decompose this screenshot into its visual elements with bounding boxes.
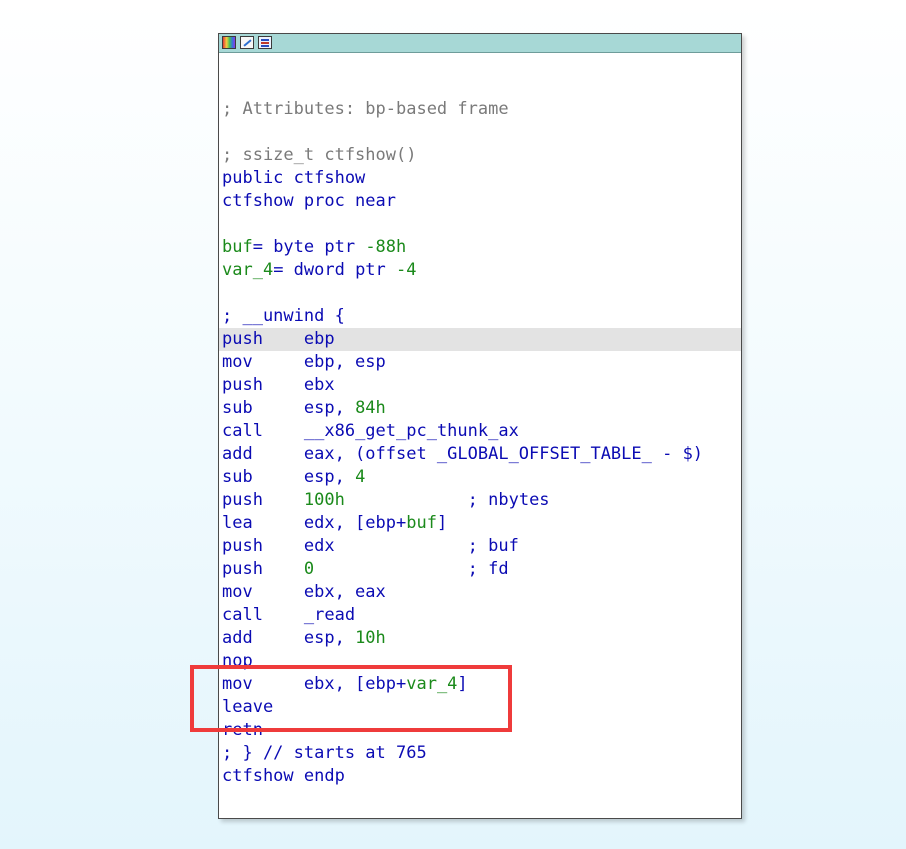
code-line[interactable]: retn <box>219 719 741 742</box>
code-line[interactable]: ctfshow endp <box>219 765 741 788</box>
code-token: add esp, <box>222 628 356 648</box>
code-line[interactable]: push edx ; buf <box>219 535 741 558</box>
code-line[interactable]: public ctfshow <box>219 167 741 190</box>
code-token: call <box>222 605 304 625</box>
code-token: buf <box>222 237 253 257</box>
text-view-icon[interactable] <box>258 36 272 49</box>
code-token: nop <box>222 651 253 671</box>
code-token: ] <box>436 513 448 533</box>
graph-overview-icon[interactable] <box>222 36 236 49</box>
code-token: buf <box>406 513 437 533</box>
edit-icon[interactable] <box>240 36 254 49</box>
code-token: 10h <box>355 628 386 648</box>
code-token: ; Attributes: bp-based frame <box>222 99 509 119</box>
code-token: push <box>222 490 304 510</box>
code-line[interactable]: add esp, 10h <box>219 627 741 650</box>
code-line[interactable]: push ebp <box>219 328 741 351</box>
code-token: lea edx, [ebp+ <box>222 513 407 533</box>
code-token: var_4 <box>406 674 458 694</box>
code-line[interactable]: mov ebx, eax <box>219 581 741 604</box>
code-token: -88h <box>365 237 407 257</box>
code-token: ; __unwind { <box>222 306 345 326</box>
code-line[interactable]: call _read <box>219 604 741 627</box>
code-token: leave <box>222 697 274 717</box>
code-token: sub esp, <box>222 398 356 418</box>
code-line[interactable]: add eax, (offset _GLOBAL_OFFSET_TABLE_ -… <box>219 443 741 466</box>
code-token: -4 <box>396 260 417 280</box>
code-token: = byte ptr <box>252 237 366 257</box>
code-token: ; buf <box>334 536 519 556</box>
code-line[interactable]: mov ebp, esp <box>219 351 741 374</box>
code-line[interactable]: call __x86_get_pc_thunk_ax <box>219 420 741 443</box>
code-token: push ebp <box>222 329 335 349</box>
code-token: mov ebx, [ebp+ <box>222 674 407 694</box>
code-line[interactable]: ; ssize_t ctfshow() <box>219 144 741 167</box>
code-line[interactable]: ; __unwind { <box>219 305 741 328</box>
code-line[interactable]: sub esp, 4 <box>219 466 741 489</box>
code-token: 4 <box>355 467 366 487</box>
code-line[interactable] <box>219 213 741 236</box>
code-line[interactable]: ; Attributes: bp-based frame <box>219 98 741 121</box>
code-token: mov ebx, eax <box>222 582 386 602</box>
code-token: 100h <box>303 490 345 510</box>
code-token: sub esp, <box>222 467 356 487</box>
code-token: public ctfshow <box>222 168 366 188</box>
code-token: mov ebp, esp <box>222 352 386 372</box>
code-line[interactable]: push 100h ; nbytes <box>219 489 741 512</box>
code-token: ] <box>457 674 468 694</box>
code-token: retn <box>222 720 263 740</box>
window-titlebar <box>219 34 741 53</box>
code-line[interactable]: push 0 ; fd <box>219 558 741 581</box>
code-line[interactable]: mov ebx, [ebp+var_4] <box>219 673 741 696</box>
code-line[interactable]: var_4= dword ptr -4 <box>219 259 741 282</box>
code-token: __x86_get_pc_thunk_ax <box>303 421 519 441</box>
code-token: ; ssize_t ctfshow() <box>222 145 417 165</box>
code-line[interactable]: leave <box>219 696 741 719</box>
code-token: call <box>222 421 304 441</box>
code-line[interactable] <box>219 75 741 98</box>
code-token: 84h <box>355 398 386 418</box>
disassembly-listing[interactable]: ; Attributes: bp-based frame ; ssize_t c… <box>219 52 741 788</box>
code-token: ; nbytes <box>344 490 550 510</box>
code-token: ctfshow endp <box>222 766 345 786</box>
disassembly-window[interactable]: ; Attributes: bp-based frame ; ssize_t c… <box>218 33 742 819</box>
code-token: ; fd <box>314 559 509 579</box>
code-token: var_4 <box>222 260 274 280</box>
code-line[interactable]: nop <box>219 650 741 673</box>
code-line[interactable]: ctfshow proc near <box>219 190 741 213</box>
code-line[interactable] <box>219 121 741 144</box>
code-token: ; } // starts at 765 <box>222 743 427 763</box>
code-token: push ebx <box>222 375 335 395</box>
code-token: add eax, (offset _GLOBAL_OFFSET_TABLE_ -… <box>222 444 704 464</box>
code-token: push edx <box>222 536 335 556</box>
code-token: = dword ptr <box>273 260 397 280</box>
code-line[interactable]: sub esp, 84h <box>219 397 741 420</box>
code-line[interactable]: lea edx, [ebp+buf] <box>219 512 741 535</box>
code-line[interactable]: push ebx <box>219 374 741 397</box>
code-token: ctfshow proc near <box>222 191 396 211</box>
code-token: _read <box>303 605 356 625</box>
code-line[interactable]: ; } // starts at 765 <box>219 742 741 765</box>
code-line[interactable]: buf= byte ptr -88h <box>219 236 741 259</box>
code-token: push <box>222 559 304 579</box>
code-line[interactable] <box>219 282 741 305</box>
code-token: 0 <box>303 559 315 579</box>
code-line[interactable] <box>219 52 741 75</box>
